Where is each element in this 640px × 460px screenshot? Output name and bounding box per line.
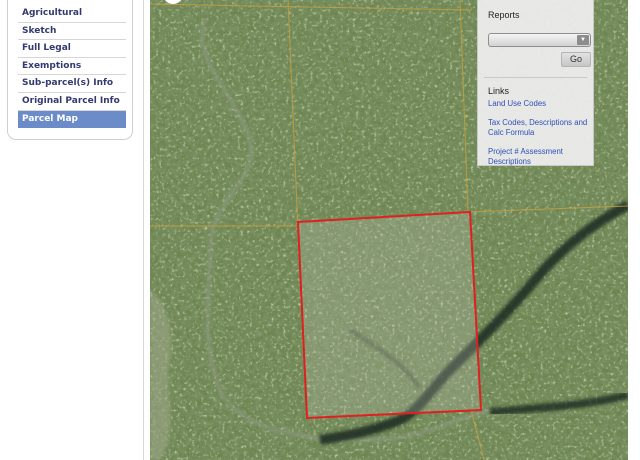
selected-parcel-outline[interactable] [296, 210, 483, 420]
nav-item-parcel-map[interactable]: Parcel Map [18, 110, 126, 129]
parcel-nav-box: Agricultural Sketch Full Legal Exemption… [7, 0, 133, 140]
nav-item-full-legal[interactable]: Full Legal [18, 40, 126, 58]
nav-item-sketch[interactable]: Sketch [18, 23, 126, 41]
panel-divider [484, 77, 587, 78]
parcel-nav-list: Agricultural Sketch Full Legal Exemption… [18, 5, 126, 129]
left-navigation-column: Agricultural Sketch Full Legal Exemption… [0, 0, 144, 460]
nav-item-agricultural[interactable]: Agricultural [18, 5, 126, 23]
map-right-margin [628, 0, 640, 460]
tax-codes-link[interactable]: Tax Codes, Descriptions and Calc Formula [488, 118, 592, 138]
go-button[interactable]: Go [561, 52, 591, 67]
chevron-down-icon[interactable]: ▼ [577, 35, 589, 45]
reports-dropdown[interactable]: ▼ [488, 33, 591, 47]
land-use-codes-link[interactable]: Land Use Codes [488, 99, 592, 109]
reports-heading: Reports [488, 10, 520, 20]
links-heading: Links [488, 86, 510, 96]
nav-item-exemptions[interactable]: Exemptions [18, 58, 126, 76]
nav-item-sub-parcels-info[interactable]: Sub-parcel(s) Info [18, 75, 126, 93]
reports-links-panel: Reports ▼ Go Links Land Use Codes Tax Co… [477, 0, 594, 166]
nav-item-original-parcel-info[interactable]: Original Parcel Info [18, 93, 126, 111]
project-assessment-link[interactable]: Project # Assessment Descriptions [488, 147, 592, 167]
